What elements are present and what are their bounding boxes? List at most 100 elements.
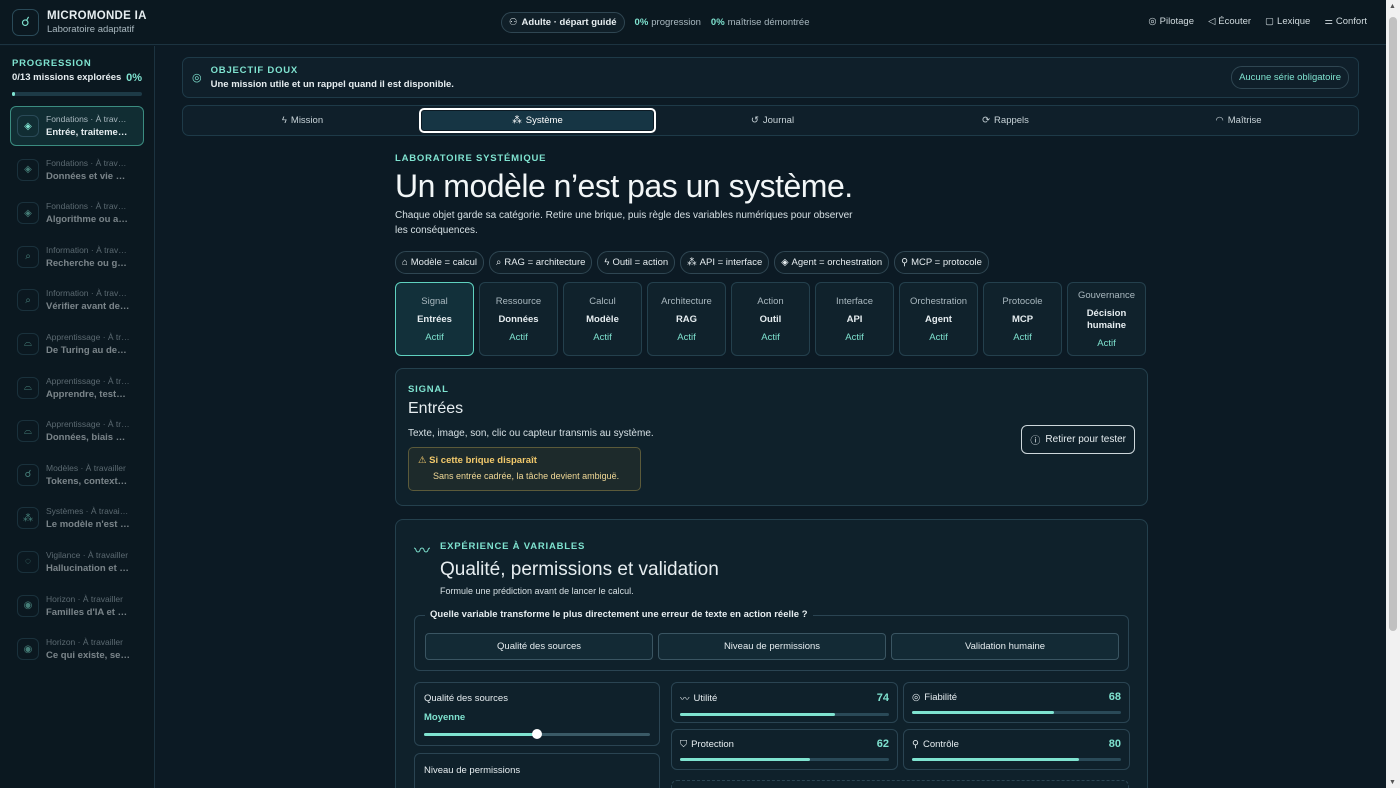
sidebar-item-label: Entrée, traitement, sortie [46, 127, 130, 138]
metric-label: Utilité [693, 692, 718, 704]
sidebar: PROGRESSION 0/13 missions explorées 0% ◈… [0, 46, 155, 788]
no-series-badge[interactable]: Aucune série obligatoire [1231, 66, 1349, 89]
slider-label: Qualité des sources [424, 693, 508, 704]
brick-card[interactable]: Ressource Données Actif [479, 282, 558, 356]
source-quality-slider[interactable] [424, 729, 650, 739]
brick-card[interactable]: Protocole MCP Actif [983, 282, 1062, 356]
sidebar-item-category: Horizon · À travailler [46, 593, 123, 604]
metric-bar [680, 713, 889, 716]
sidebar-item-label: De Turing au deep learning [46, 344, 130, 356]
mission-icon: ⌕ [17, 245, 39, 268]
objective-text: Une mission utile et un rappel quand il … [210, 79, 454, 90]
bolt-icon: ϟ [281, 115, 287, 126]
experiment-title: Qualité, permissions et validation [440, 559, 719, 580]
brick-card[interactable]: Interface API Actif [815, 282, 894, 356]
tab-journal[interactable]: ↺ Journal [656, 108, 889, 133]
comfort-button[interactable]: ⚌ Confort [1324, 16, 1367, 27]
remove-to-test-button[interactable]: ⓘ Retirer pour tester [1021, 425, 1135, 454]
tab-systeme[interactable]: ⁂ Système [419, 108, 656, 133]
brick-card[interactable]: Architecture RAG Actif [647, 282, 726, 356]
sidebar-item[interactable]: ⌓ Apprentissage · À travailler Données, … [10, 411, 144, 451]
sidebar-item[interactable]: ⌕ Information · À travailler Recherche o… [10, 237, 144, 277]
metric-value: 68 [1108, 691, 1121, 703]
brick-card[interactable]: Orchestration Agent Actif [899, 282, 978, 356]
eye-icon: ◎ [1148, 16, 1157, 27]
sidebar-item[interactable]: ◈ Fondations · À travailler Données et v… [10, 150, 144, 190]
brick-category: Signal [421, 295, 448, 307]
brick-card[interactable]: Action Outil Actif [731, 282, 810, 356]
sidebar-item-label: Algorithme ou apprentissage [46, 214, 130, 226]
metric-bar [680, 758, 889, 761]
sidebar-item[interactable]: ☌ Modèles · À travailler Tokens, context… [10, 455, 144, 495]
book-icon: ▢ [1265, 16, 1275, 27]
tab-maitrise[interactable]: ◠ Maîtrise [1122, 108, 1355, 133]
brick-cards: Signal Entrées Actif Ressource Données Ac… [395, 282, 1146, 356]
scroll-thumb[interactable] [1389, 17, 1397, 631]
sidebar-item-category: Systèmes · À travailler [46, 506, 130, 517]
user-icon: ⚇ [509, 17, 518, 28]
mission-icon: ◈ [17, 202, 39, 225]
listen-button[interactable]: ◁ Écouter [1208, 16, 1251, 27]
permissions-label: Niveau de permissions [424, 765, 521, 776]
sidebar-item[interactable]: ⌕ Information · À travailler Vérifier av… [10, 280, 144, 320]
app-subtitle: Laboratoire adaptatif [47, 23, 135, 35]
app-logo-icon: ☌ [12, 8, 39, 36]
brick-name: Modèle [586, 313, 619, 325]
sidebar-item-category: Information · À travailler [46, 244, 130, 255]
sidebar-item-category: Information · À travailler [46, 288, 130, 299]
mission-icon: ⁂ [17, 507, 39, 530]
page-scrollbar[interactable]: ▲ ▼ [1386, 0, 1400, 788]
sidebar-item-category: Vigilance · À travailler [46, 549, 129, 560]
sidebar-item-label: Familles d'IA et usages [46, 606, 130, 618]
result-placeholder [671, 780, 1129, 788]
sidebar-item-label: Vérifier avant de partager [46, 301, 130, 313]
category-chip: ◈ Agent = orchestration [774, 251, 890, 274]
sidebar-item[interactable]: ◈ Fondations · À travailler Algorithme o… [10, 193, 144, 233]
info-circle-icon: ⓘ [1030, 436, 1041, 447]
sidebar-item[interactable]: ◌ Vigilance · À travailler Hallucination… [10, 542, 144, 582]
option-permissions[interactable]: Niveau de permissions [658, 633, 886, 660]
scroll-down-arrow-icon[interactable]: ▼ [1389, 779, 1396, 786]
brick-state: Actif [1097, 337, 1116, 349]
brick-card[interactable]: Calcul Modèle Actif [563, 282, 642, 356]
sidebar-item[interactable]: ⌓ Apprentissage · À travailler Apprendre… [10, 368, 144, 408]
slider-handle[interactable] [532, 729, 542, 739]
chip-icon: ⌂ [402, 257, 408, 268]
mode-button[interactable]: ⚇ Adulte · départ guidé [501, 12, 625, 33]
chip-icon: ⁂ [687, 257, 697, 268]
metric-value: 74 [876, 692, 889, 704]
brick-category: Interface [836, 295, 873, 307]
brick-state: Actif [929, 331, 948, 343]
metric-value: 80 [1108, 738, 1121, 750]
brick-state: Actif [761, 331, 780, 343]
brick-category: Ressource [495, 295, 542, 307]
sidebar-item[interactable]: ◉ Horizon · À travailler Ce qui existe, … [10, 629, 144, 669]
sidebar-item-label: Recherche ou génération [46, 257, 130, 269]
option-human-validation[interactable]: Validation humaine [891, 633, 1119, 660]
prediction-question: Quelle variable transforme le plus direc… [414, 609, 1129, 671]
mission-icon: ⌓ [17, 420, 39, 443]
tab-mission[interactable]: ϟ Mission [186, 108, 419, 133]
lexicon-button[interactable]: ▢ Lexique [1265, 16, 1310, 27]
metric-bar [912, 711, 1121, 714]
brick-card[interactable]: Signal Entrées Actif [395, 282, 474, 356]
refresh-icon: ⟳ [982, 115, 991, 126]
variables-experiment-panel: 〰 EXPÉRIENCE À VARIABLES Qualité, permis… [395, 519, 1148, 788]
sidebar-item[interactable]: ◉ Horizon · À travailler Familles d'IA e… [10, 586, 144, 626]
brick-category: Action [757, 295, 784, 307]
chip-icon: ϟ [604, 257, 610, 268]
history-icon: ↺ [750, 115, 759, 126]
option-source-quality[interactable]: Qualité des sources [425, 633, 653, 660]
tab-rappels[interactable]: ⟳ Rappels [889, 108, 1122, 133]
warning-text: Sans entrée cadrée, la tâche devient amb… [433, 471, 620, 481]
lab-eyebrow: LABORATOIRE SYSTÉMIQUE [395, 153, 547, 164]
brick-state: Actif [509, 331, 528, 343]
experiment-eyebrow: EXPÉRIENCE À VARIABLES [440, 541, 586, 552]
scroll-up-arrow-icon[interactable]: ▲ [1389, 3, 1396, 10]
pilotage-button[interactable]: ◎ Pilotage [1148, 16, 1194, 27]
sidebar-item[interactable]: ◈ Fondations · À travailler Entrée, trai… [10, 106, 144, 146]
objective-banner: ◎ OBJECTIF DOUX Une mission utile et un … [182, 57, 1359, 98]
sidebar-item[interactable]: ⌓ Apprentissage · À travailler De Turing… [10, 324, 144, 364]
sidebar-item[interactable]: ⁂ Systèmes · À travailler Le modèle n'es… [10, 498, 144, 538]
brick-card[interactable]: Gouvernance Décision humaine Actif [1067, 282, 1146, 356]
